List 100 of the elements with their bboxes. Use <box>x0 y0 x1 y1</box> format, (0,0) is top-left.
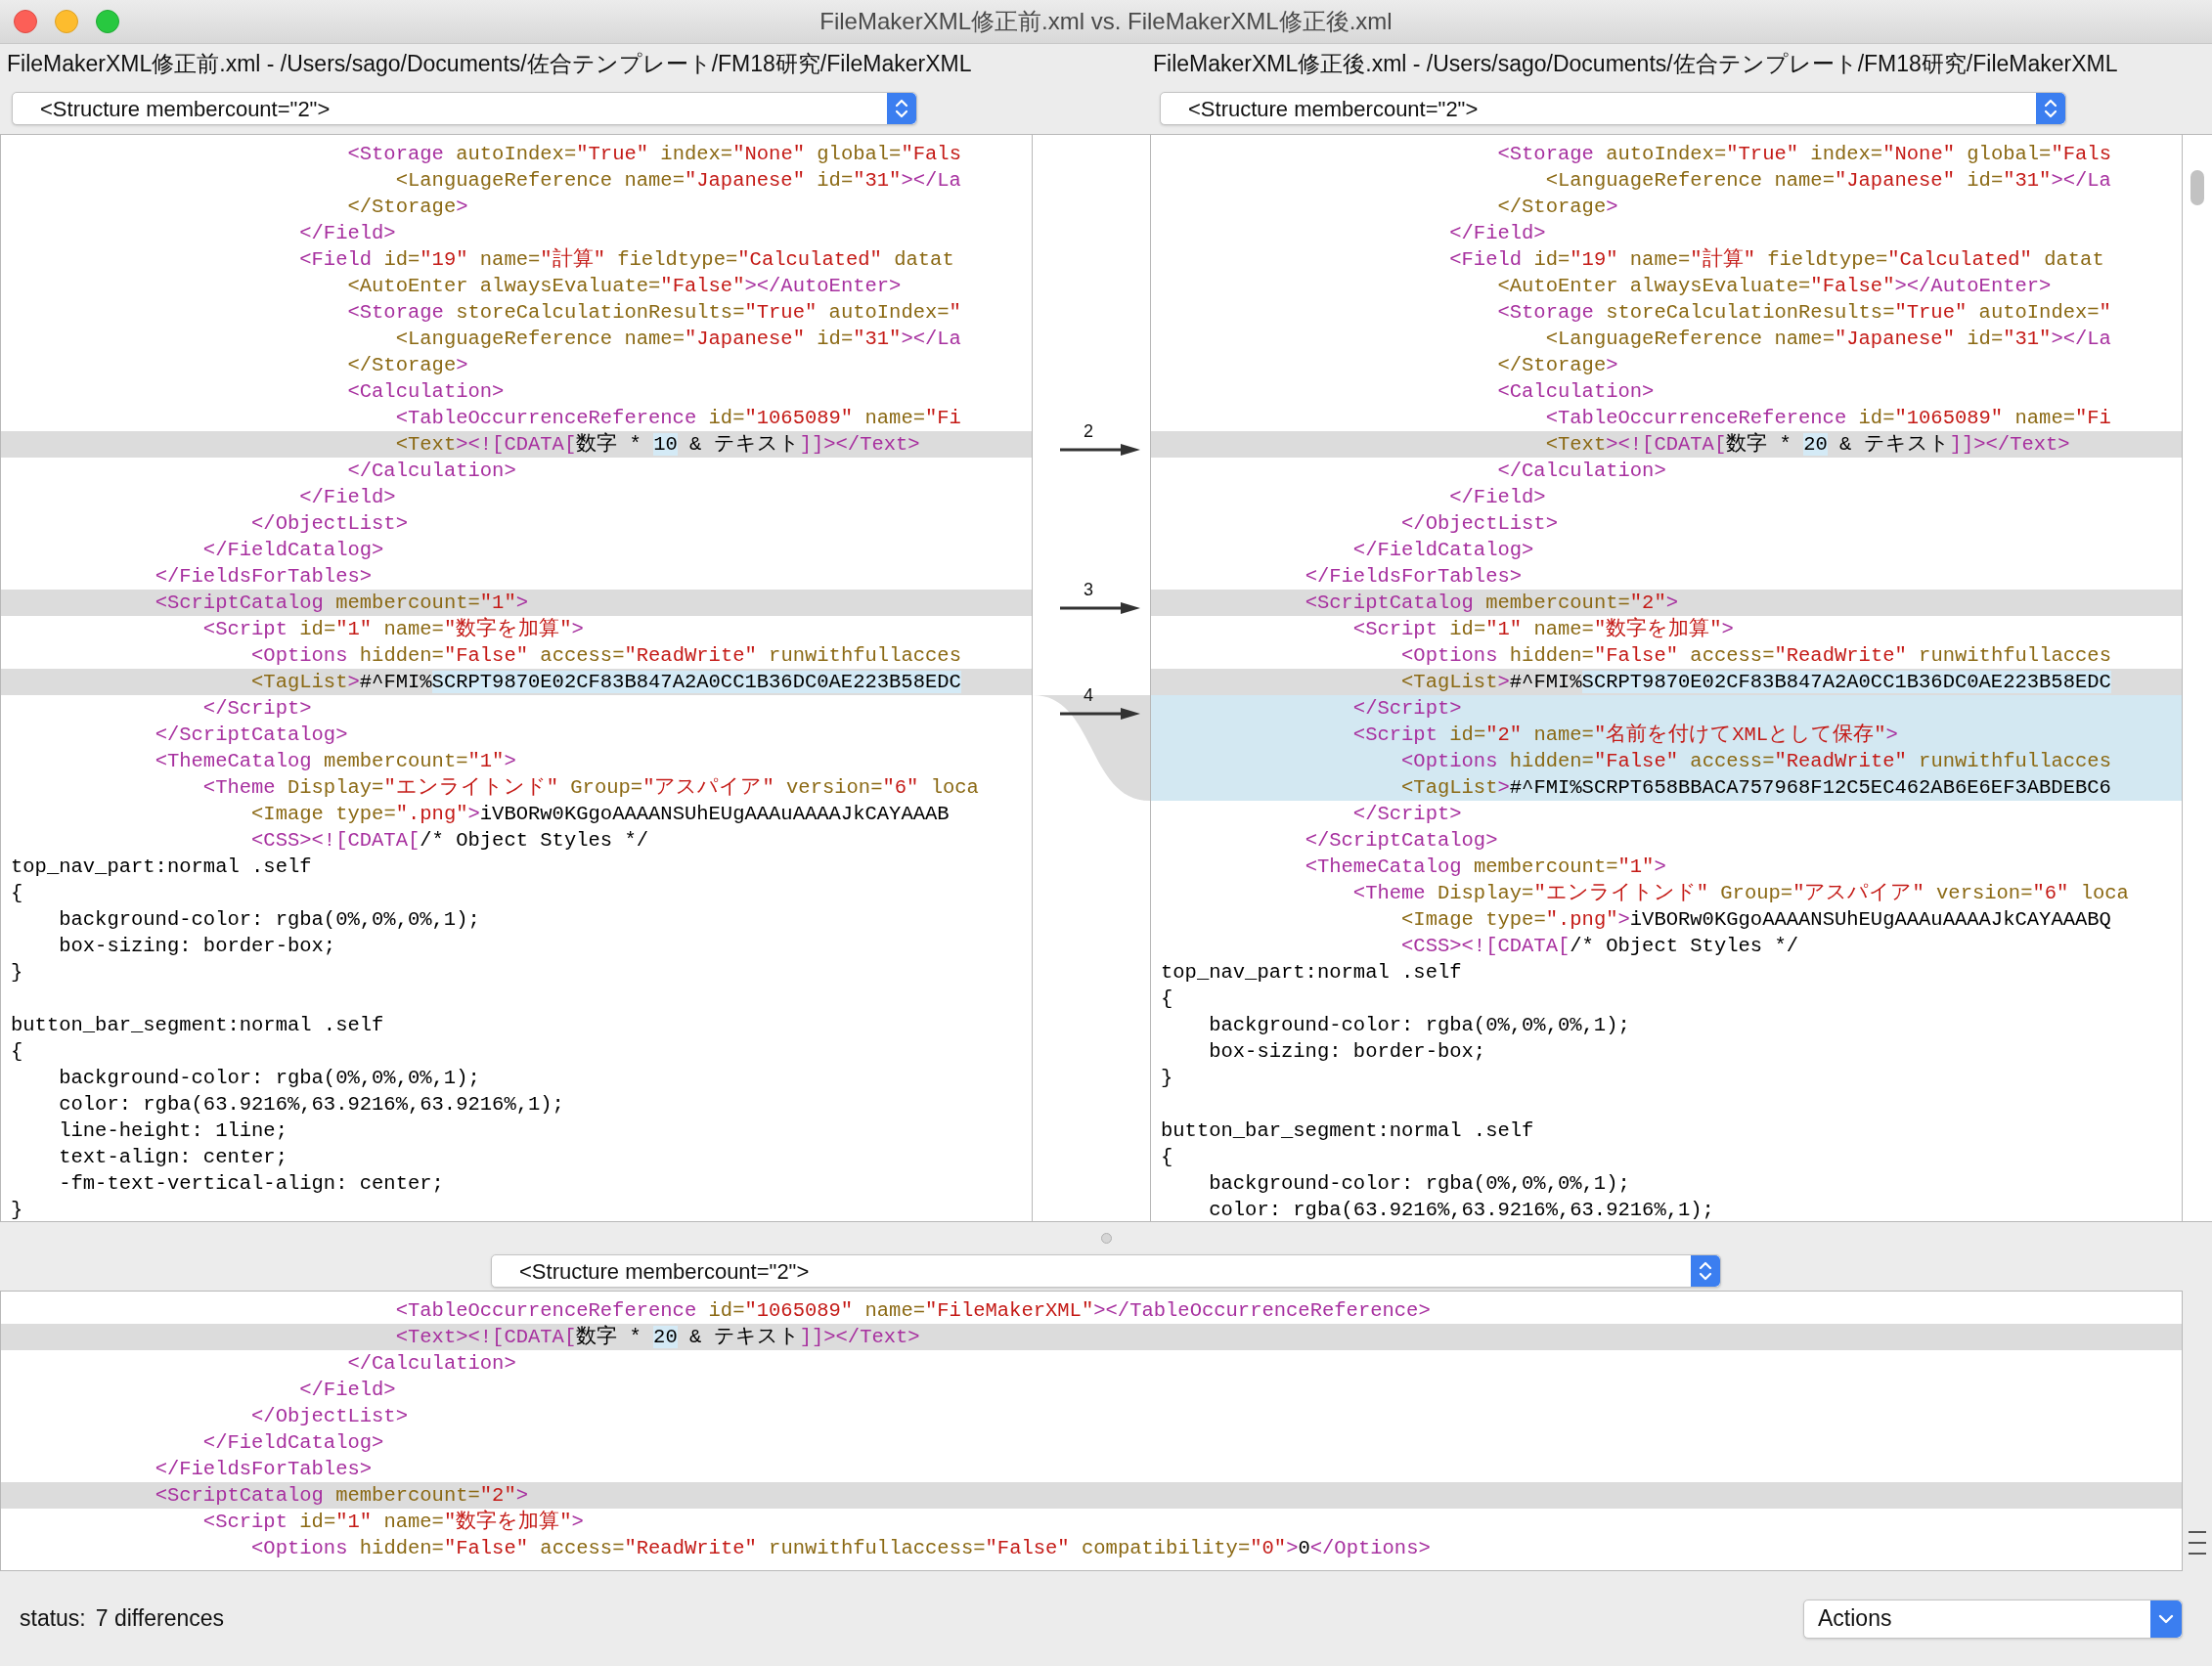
code-line: <Storage autoIndex="True" index="None" global="Fals <box>346 142 961 167</box>
up-down-chevron-icon <box>887 93 916 124</box>
resize-grip-icon[interactable] <box>2188 1528 2207 1557</box>
zoom-button[interactable] <box>96 10 119 33</box>
code-line: </Field> <box>298 1378 396 1403</box>
code-line: </Script> <box>1351 696 1462 722</box>
code-line: <TableOccurrenceReference id="1065089" name="Fi <box>1544 406 2111 431</box>
arrow-icon[interactable] <box>1060 601 1140 615</box>
code-line: line-height: 1line; <box>58 1118 288 1144</box>
code-line: <Options hidden="False" access="ReadWrite" runwithfullacces <box>250 643 961 669</box>
status-value: 7 differences <box>95 1604 225 1634</box>
code-line: </FieldCatalog> <box>201 538 384 563</box>
actions-dropdown[interactable]: Actions <box>1803 1599 2183 1639</box>
code-line: <LanguageReference name="Japanese" id="31"></La <box>1544 168 2111 194</box>
code-line: <Calculation> <box>346 379 505 405</box>
code-line: <AutoEnter alwaysEvaluate="False"></AutoEnter> <box>346 274 902 299</box>
diff-number: 3 <box>1084 580 1093 599</box>
code-line: background-color: rgba(0%,0%,0%,1); <box>1208 1013 1630 1038</box>
code-line: <Options hidden="False" access="ReadWrite" runwithfullacces <box>1400 643 2111 669</box>
code-line: </ObjectList> <box>250 1404 408 1429</box>
code-line: <Script id="1" name="数字を加算"> <box>201 1509 584 1535</box>
up-down-chevron-icon <box>1691 1255 1720 1287</box>
file-path: FileMakerXML修正前.xml - /Users/sago/Documents/佐合テンプレート/FM18研究/FileMakerXML <box>7 50 972 76</box>
code-line: background-color: rgba(0%,0%,0%,1); <box>58 1066 480 1091</box>
code-line: <AutoEnter alwaysEvaluate="False"></AutoEnter> <box>1496 274 2052 299</box>
code-line: <ScriptCatalog membercount="2"> <box>1304 591 1678 616</box>
code-line: </Script> <box>1351 802 1462 827</box>
code-line: </FieldsForTables> <box>1304 564 1523 590</box>
code-line: <ScriptCatalog membercount="1"> <box>154 591 528 616</box>
code-line: <Text><![CDATA[数字 * 20 & テキスト]]></Text> <box>1544 431 2070 458</box>
code-line: <TagList>#^FMI%SCRPT9870E02CF83B847A2A0CC1B36DC0AE223B58EDC <box>1400 670 2111 695</box>
code-line: <Script id="1" name="数字を加算"> <box>1351 616 1734 642</box>
code-line: } <box>11 1198 23 1221</box>
diff-number: 2 <box>1084 421 1093 441</box>
code-line: <Image type=".png">iVBORw0KGgoAAAANSUhEUgAAAuAAAAJkCAYAAAB <box>250 802 950 827</box>
code-line: </Calculation> <box>1496 459 1666 484</box>
code-line: button_bar_segment:normal .self <box>11 1013 384 1038</box>
code-line: <Options hidden="False" access="ReadWrite" runwithfullaccess="False" compatibility="0">0</Options> <box>250 1536 1431 1561</box>
code-line: <LanguageReference name="Japanese" id="31"></La <box>1544 327 2111 352</box>
up-down-chevron-icon <box>2036 93 2065 124</box>
code-line: </ObjectList> <box>1400 511 1558 537</box>
code-line: <Image type=".png">iVBORw0KGgoAAAANSUhEUgAAAuAAAAJkCAYAAABQ <box>1400 907 2111 933</box>
code-line: box-sizing: border-box; <box>1208 1039 1486 1065</box>
code-line: <TagList>#^FMI%SCRPT658BBACA757968F12C5EC462AB6E6EF3ABDEBC6 <box>1400 775 2111 801</box>
code-line: -fm-text-vertical-align: center; <box>58 1171 444 1197</box>
code-line: </ScriptCatalog> <box>154 723 348 748</box>
code-line: color: rgba(63.9216%,63.9216%,63.9216%,1); <box>1208 1198 1714 1221</box>
code-line: <Script id="1" name="数字を加算"> <box>201 616 584 642</box>
code-line: <Calculation> <box>1496 379 1655 405</box>
code-line: </Script> <box>201 696 312 722</box>
code-line: { <box>11 881 23 906</box>
code-line: <Text><![CDATA[数字 * 10 & テキスト]]></Text> <box>394 431 920 458</box>
code-line: <TagList>#^FMI%SCRPT9870E02CF83B847A2A0CC1B36DC0AE223B58EDC <box>250 670 961 695</box>
close-button[interactable] <box>14 10 37 33</box>
code-line: </FieldCatalog> <box>1351 538 1534 563</box>
code-line: { <box>1161 986 1173 1012</box>
code-line: </Storage> <box>1496 353 1618 378</box>
scrollbar[interactable] <box>2183 134 2212 1222</box>
code-line: <Text><![CDATA[数字 * 20 & テキスト]]></Text> <box>394 1324 920 1350</box>
code-line: color: rgba(63.9216%,63.9216%,63.9216%,1); <box>58 1092 564 1118</box>
arrow-icon[interactable] <box>1060 707 1140 721</box>
code-line: </Storage> <box>346 195 468 220</box>
code-line: box-sizing: border-box; <box>58 934 336 959</box>
code-line: button_bar_segment:normal .self <box>1161 1118 1534 1144</box>
code-line: top_nav_part:normal .self <box>11 855 312 880</box>
code-line: <Field id="19" name="計算" fieldtype="Calculated" datat <box>298 246 954 273</box>
code-line: { <box>11 1039 23 1065</box>
code-line: </Storage> <box>1496 195 1618 220</box>
code-line: <Storage storeCalculationResults="True" autoIndex=" <box>1496 300 2111 326</box>
code-line: </Field> <box>1448 221 1546 246</box>
code-line: </ScriptCatalog> <box>1304 828 1498 854</box>
code-line: background-color: rgba(0%,0%,0%,1); <box>58 907 480 933</box>
file-path: FileMakerXML修正後.xml - /Users/sago/Documents/佐合テンプレート/FM18研究/FileMakerXML <box>1153 50 2118 76</box>
code-line: </Field> <box>298 485 396 510</box>
code-line: <ScriptCatalog membercount="2"> <box>154 1483 528 1509</box>
window-title: FileMakerXML修正前.xml vs. FileMakerXML修正後.xml <box>819 7 1393 36</box>
status-label: status: <box>20 1604 86 1634</box>
chevron-down-icon <box>2150 1600 2182 1638</box>
minimize-button[interactable] <box>55 10 78 33</box>
code-line: <Storage storeCalculationResults="True" autoIndex=" <box>346 300 961 326</box>
code-line: text-align: center; <box>58 1145 288 1170</box>
code-line: <Options hidden="False" access="ReadWrite" runwithfullacces <box>1400 749 2111 774</box>
code-line: </Field> <box>1448 485 1546 510</box>
code-line: <LanguageReference name="Japanese" id="31"></La <box>394 327 961 352</box>
code-line: background-color: rgba(0%,0%,0%,1); <box>1208 1171 1630 1197</box>
code-line: </FieldCatalog> <box>201 1430 384 1456</box>
scrollbar-thumb[interactable] <box>2190 170 2204 205</box>
code-line: <Theme Display="エンライトンド" Group="アスパイア" version="6" loca <box>1351 881 2129 906</box>
structure-dropdown[interactable]: <Structure membercount="2"> <box>12 92 917 125</box>
code-line: </ObjectList> <box>250 511 408 537</box>
code-line: </FieldsForTables> <box>154 564 373 590</box>
structure-dropdown[interactable]: <Structure membercount="2"> <box>491 1254 1721 1288</box>
arrow-icon[interactable] <box>1060 443 1140 457</box>
code-line: <Field id="19" name="計算" fieldtype="Calculated" datat <box>1448 246 2104 273</box>
code-line: </Storage> <box>346 353 468 378</box>
code-line: top_nav_part:normal .self <box>1161 960 1462 986</box>
structure-dropdown[interactable]: <Structure membercount="2"> <box>1160 92 2066 125</box>
code-line: <ThemeCatalog membercount="1"> <box>154 749 516 774</box>
splitter-handle[interactable] <box>1100 1232 1112 1244</box>
code-line: </Calculation> <box>346 1351 516 1377</box>
